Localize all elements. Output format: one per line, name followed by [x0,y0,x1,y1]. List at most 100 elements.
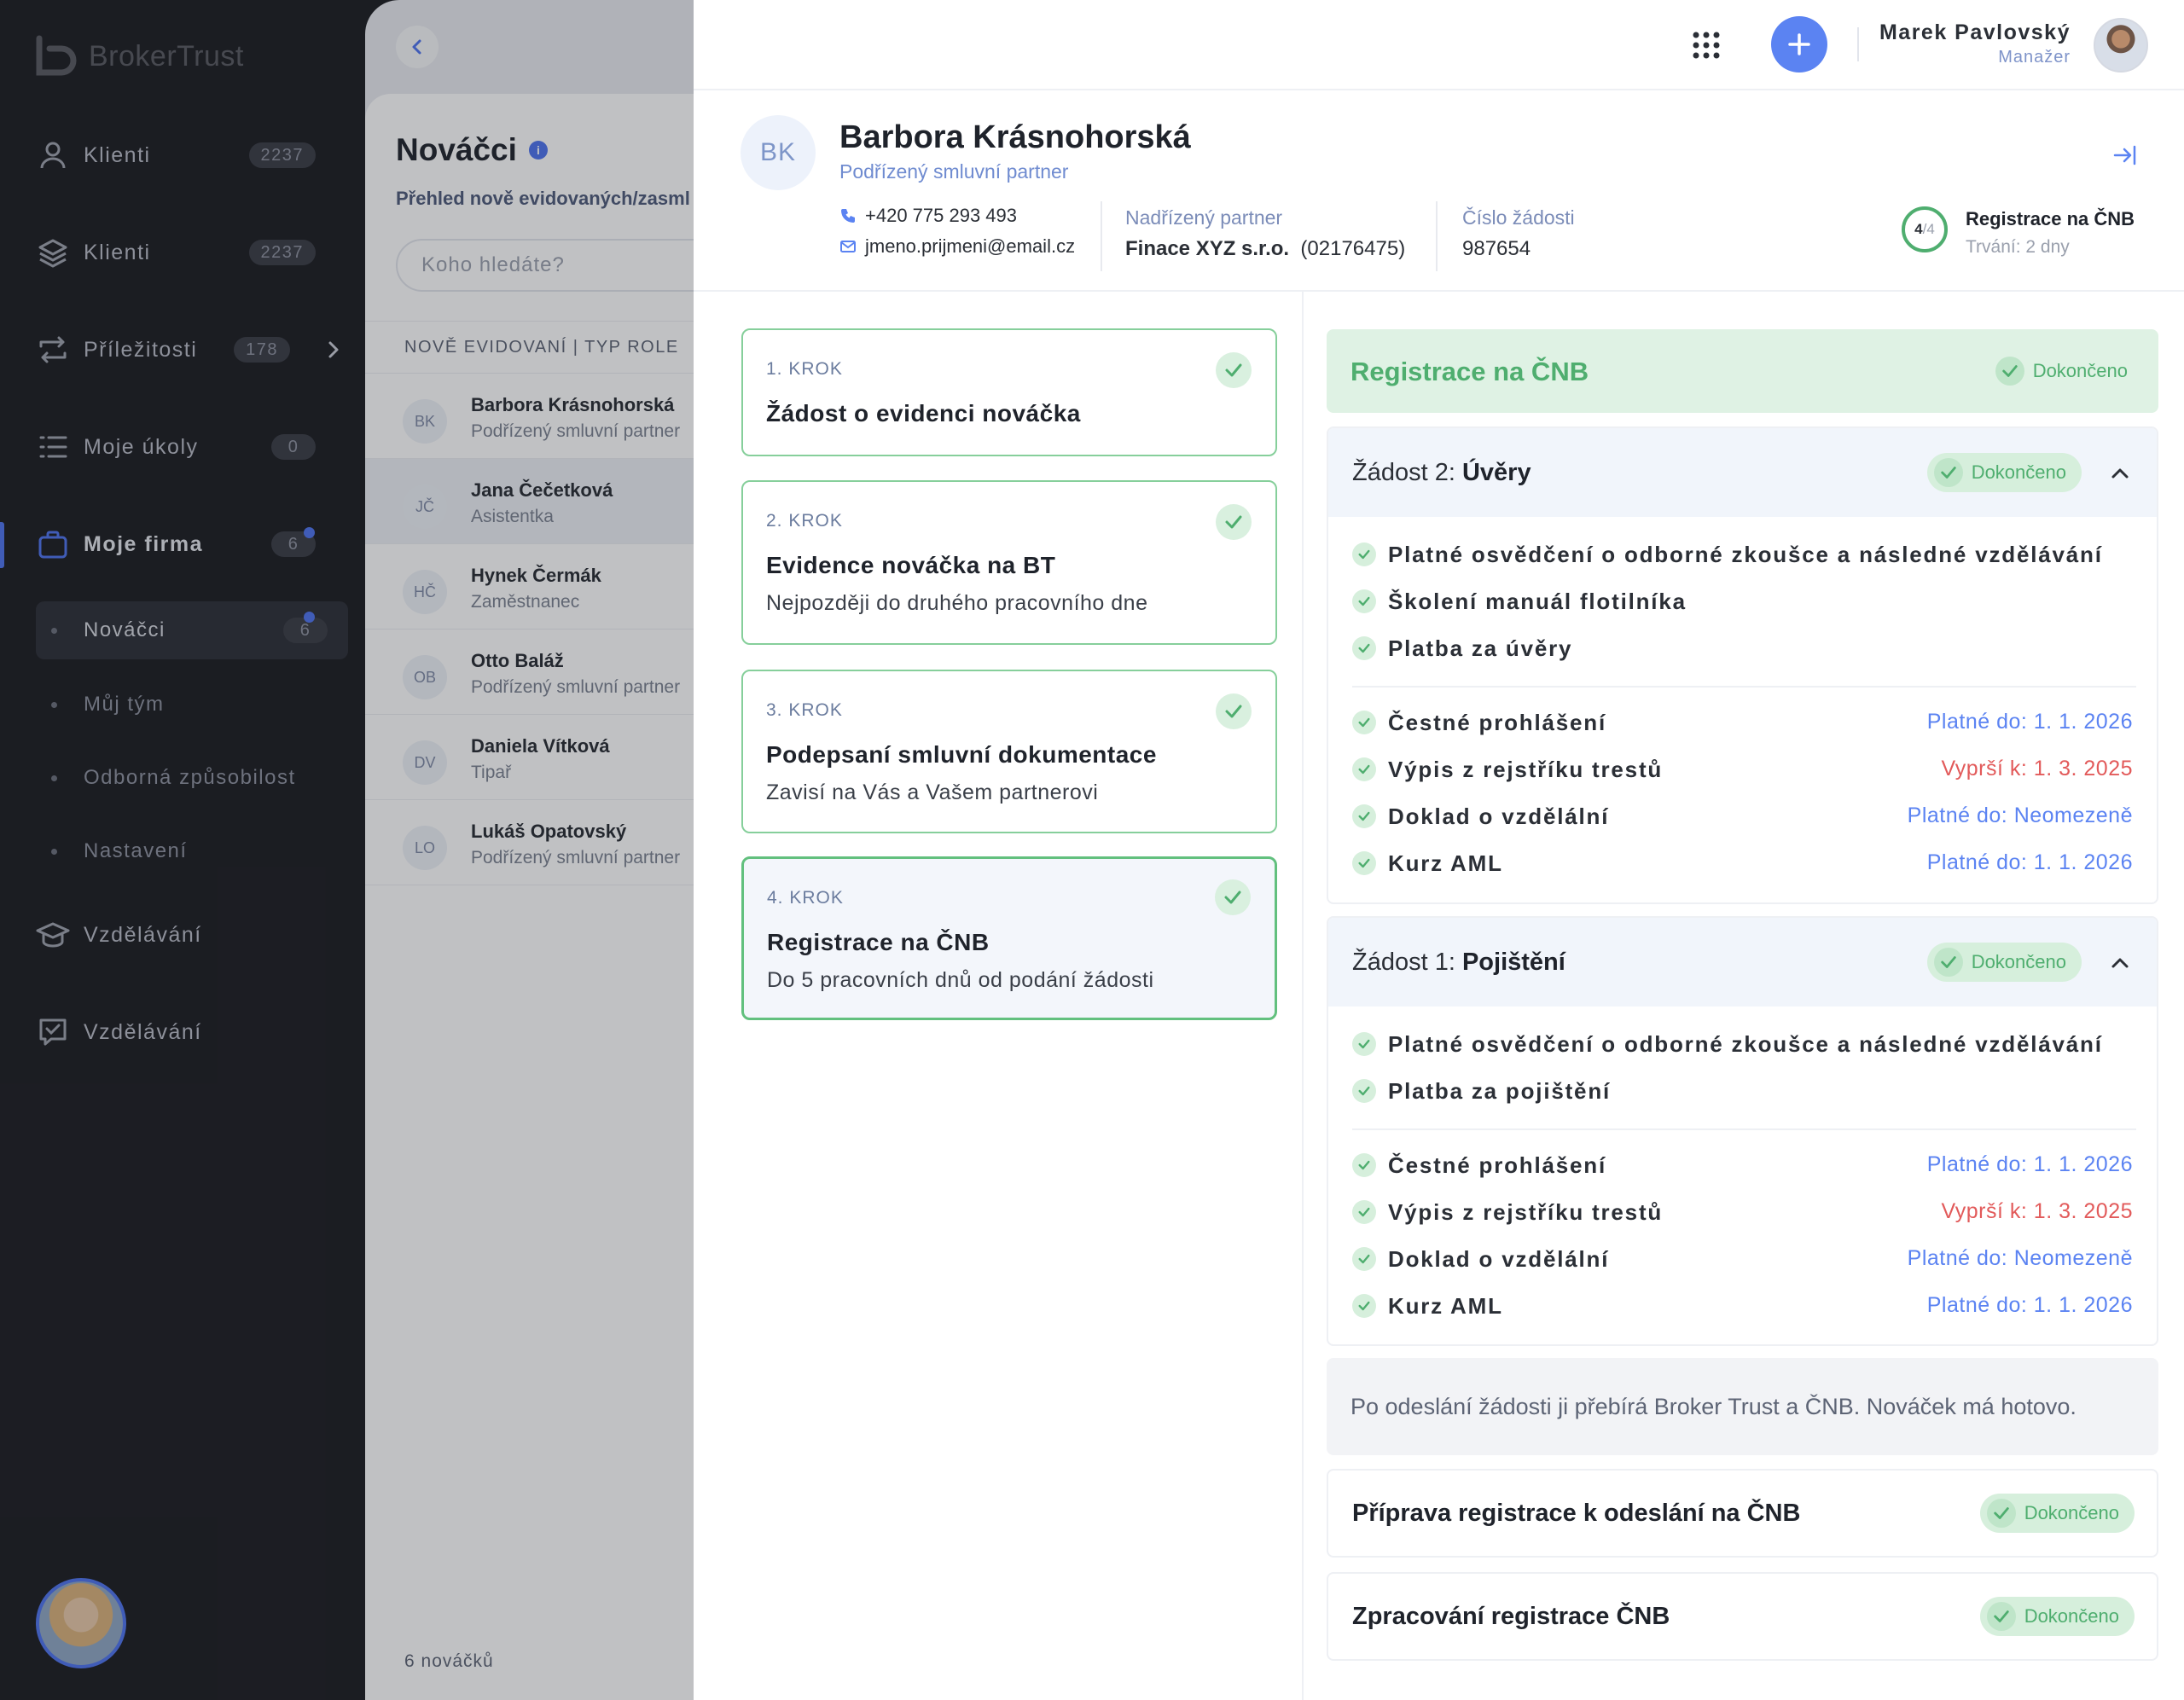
status-badge: Dokončeno [1926,943,2082,982]
document-validity: Platné do: 1. 1. 2026 [1926,1293,2133,1317]
info-note-text: Po odeslání žádosti ji přebírá Broker Tr… [1350,1394,2077,1419]
person-avatar: BK [741,115,816,190]
row-name: Barbora Krásnohorská [471,394,675,415]
email-contact[interactable]: jmeno.prijmeni@email.cz [839,235,1075,258]
count-badge: 2237 [248,142,316,168]
sidebar-item-klienti[interactable]: Klienti 2237 [0,121,365,189]
briefcase-icon [38,531,67,559]
divider [1436,201,1438,271]
requirement-item: Platné osvědčení o odborné zkoušce a nás… [1352,537,2103,572]
list-panel: Nováčci i Přehled nově evidovaných/zasml… [365,0,706,1700]
request-card-header[interactable]: Žádost 1: Pojištění Dokončeno [1328,918,2157,1007]
divider [1302,292,1304,1700]
sidebar-subitem-muj-tym[interactable]: Můj tým [36,676,348,734]
check-icon [1216,352,1252,388]
sidebar: BrokerTrust Klienti 2237 Klienti 2237 Př… [0,0,365,1700]
sidebar-item-vzdelavani-2[interactable]: Vzdělávání [0,998,365,1066]
phone-contact[interactable]: +420 775 293 493 [839,205,1017,227]
apps-grid-icon[interactable] [1692,31,1721,60]
avatar: BK [403,399,447,444]
chevron-right-icon[interactable] [324,339,343,360]
avatar: OB [403,655,447,699]
chevron-up-icon[interactable] [2107,950,2133,976]
stage-title: Zpracování registrace ČNB [1352,1603,1670,1630]
list-row[interactable]: JČ Jana Čečetková Asistentka [365,459,706,544]
brand-logo[interactable]: BrokerTrust [34,31,244,82]
top-bar: Marek Pavlovský Manažer [694,0,2184,90]
list-row[interactable]: DV Daniela Vítková Tipař [365,715,706,800]
document-item: Čestné prohlášení [1352,1148,1606,1182]
avatar: HČ [403,570,447,614]
check-icon [1986,1499,2016,1528]
check-icon [1352,589,1376,613]
check-icon [1352,1200,1376,1224]
document-label: Čestné prohlášení [1388,1152,1606,1178]
request-card-title: Žádost 2: Úvěry [1352,459,1531,487]
step-kicker: 1. KROK [766,359,843,379]
check-icon [1933,948,1963,977]
notification-dot [304,612,315,623]
current-user-avatar[interactable] [36,1578,126,1668]
step-description: Do 5 pracovních dnů od podání žádosti [767,968,1154,992]
sidebar-item-label: Moje firma [84,531,204,556]
document-item: Doklad o vzdělální [1352,1242,1609,1276]
bullet-icon [51,775,57,781]
progress-duration: Trvání: 2 dny [1966,237,2070,257]
user-avatar[interactable] [2094,18,2148,73]
add-button[interactable] [1771,16,1827,73]
sidebar-subitem-novacci[interactable]: Nováčci 6 [36,601,348,659]
info-icon[interactable]: i [528,141,548,160]
sidebar-subitem-odborna-zpusobilost[interactable]: Odborná způsobilost [36,749,348,807]
check-icon [1352,636,1376,660]
user-name[interactable]: Marek Pavlovský [1879,20,2071,45]
status-text: Dokončeno [2032,360,2128,381]
avatar: JČ [403,484,447,529]
list-row[interactable]: HČ Hynek Čermák Zaměstnanec [365,544,706,630]
list-row[interactable]: BK Barbora Krásnohorská Podřízený smluvn… [365,374,706,459]
page-title: Nováčci i [396,132,548,168]
chevron-up-icon[interactable] [2107,461,2133,486]
bullet-icon [51,701,57,708]
request-prefix: Žádost 1: [1352,949,1462,976]
sidebar-item-moje-firma[interactable]: Moje firma 6 [0,510,365,578]
row-role: Zaměstnanec [471,592,580,612]
document-item: Čestné prohlášení [1352,705,1606,740]
list-row[interactable]: OB Otto Baláž Podřízený smluvní partner [365,630,706,715]
plus-icon [1788,33,1810,55]
step-card-2[interactable]: 2. KROK Evidence nováčka na BT Nejpozděj… [741,480,1277,645]
document-label: Výpis z rejstříku trestů [1388,1198,1664,1225]
step-card-3[interactable]: 3. KROK Podepsaní smluvní dokumentace Za… [741,670,1277,833]
superior-label: Nadřízený partner [1125,206,1283,229]
document-item: Výpis z rejstříku trestů [1352,752,1663,786]
mail-icon [840,241,856,252]
superior-name: Finace XYZ s.r.o. [1125,237,1290,260]
info-note: Po odeslání žádosti ji přebírá Broker Tr… [1327,1358,2158,1455]
step-card-1[interactable]: 1. KROK Žádost o evidenci nováčka [741,328,1277,456]
requirement-item: Platba za pojištění [1352,1074,1611,1108]
step-card-4[interactable]: 4. KROK Registrace na ČNB Do 5 pracovníc… [741,856,1277,1020]
document-validity: Platné do: 1. 1. 2026 [1926,850,2133,874]
search-input[interactable]: Koho hledáte? [396,239,706,292]
progress-title: Registrace na ČNB [1966,208,2135,229]
requirement-item: Platba za úvěry [1352,631,1572,665]
sidebar-subitem-nastaveni[interactable]: Nastavení [36,822,348,880]
sidebar-subitem-label: Nastavení [84,839,188,862]
superior-id: (02176475) [1300,237,1406,260]
sidebar-item-moje-ukoly[interactable]: Moje úkoly 0 [0,413,365,481]
sidebar-item-klienti-2[interactable]: Klienti 2237 [0,218,365,287]
back-button[interactable] [396,26,439,68]
collapse-panel-icon[interactable] [2110,140,2140,171]
status-badge: Dokončeno [1979,1494,2135,1533]
chat-icon [39,1018,67,1046]
list-row[interactable]: LO Lukáš Opatovský Podřízený smluvní par… [365,800,706,885]
row-name: Daniela Vítková [471,735,610,757]
bullet-icon [51,627,57,634]
document-validity: Vyprší k: 1. 3. 2025 [1941,1199,2133,1223]
step-kicker: 2. KROK [766,511,843,531]
sidebar-item-label: Klienti [84,142,151,167]
arrows-icon [39,336,67,363]
page-subtitle: Přehled nově evidovaných/zasml [396,188,690,209]
sidebar-item-prilezitosti[interactable]: Příležitosti 178 [0,316,365,384]
sidebar-item-vzdelavani[interactable]: Vzdělávání [0,901,365,969]
request-card-header[interactable]: Žádost 2: Úvěry Dokončeno [1328,428,2157,517]
